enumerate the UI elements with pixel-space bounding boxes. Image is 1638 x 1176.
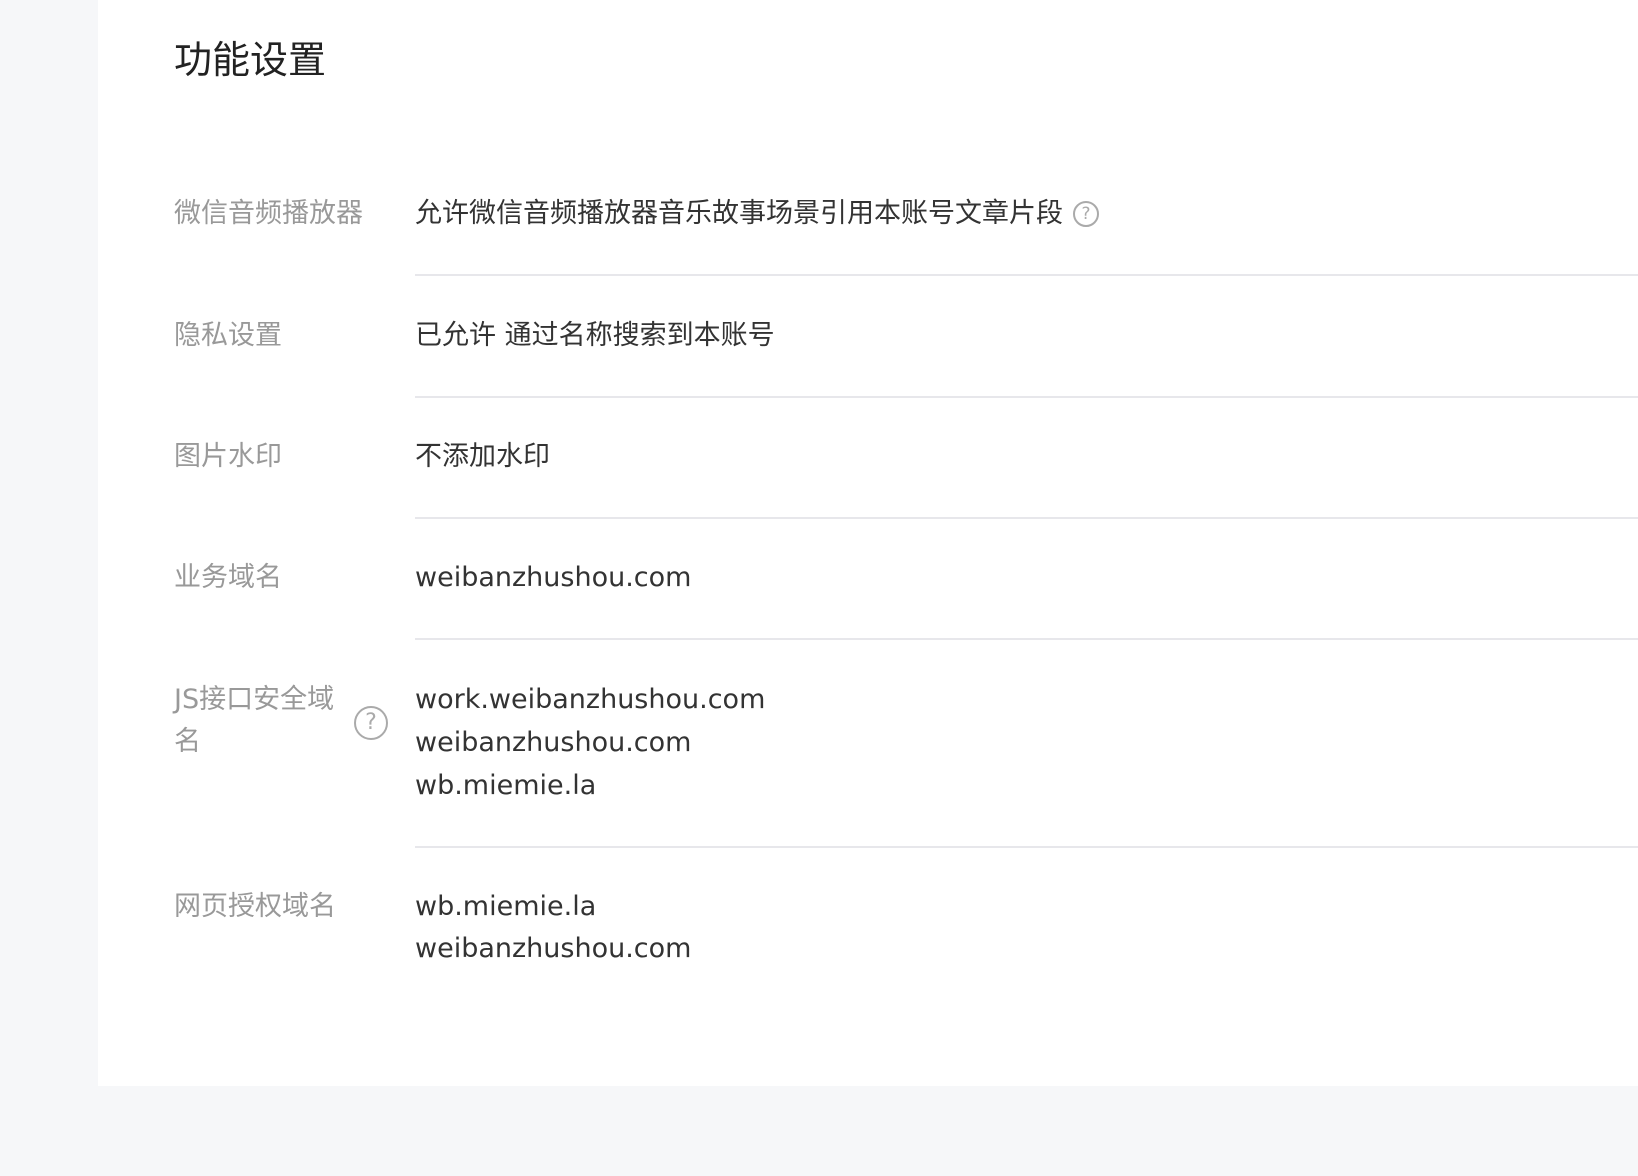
row-label: 隐私设置 [174, 320, 282, 351]
row-label: 网页授权域名 [174, 891, 336, 922]
divider [415, 517, 1638, 519]
divider [415, 846, 1638, 848]
oauth-domain-item: weibanzhushou.com [415, 933, 692, 964]
divider [415, 274, 1638, 276]
settings-card: 功能设置 微信音频播放器 允许微信音频播放器音乐故事场景引用本账号文章片段? 隐… [98, 0, 1638, 1086]
divider [415, 396, 1638, 398]
page-title: 功能设置 [174, 38, 327, 82]
audio-player-value: 允许微信音频播放器音乐故事场景引用本账号文章片段 [415, 198, 1063, 229]
row-value: 允许微信音频播放器音乐故事场景引用本账号文章片段? [415, 193, 1099, 235]
question-circle-icon[interactable]: ? [354, 706, 388, 740]
oauth-domain-item: wb.miemie.la [415, 891, 597, 922]
js-domain-item: weibanzhushou.com [415, 727, 692, 758]
business-domain-value: weibanzhushou.com [415, 562, 692, 593]
row-label: JS接口安全域名 [174, 684, 335, 757]
privacy-value: 已允许 通过名称搜索到本账号 [415, 320, 775, 351]
divider [415, 638, 1638, 640]
row-label: 图片水印 [174, 441, 282, 472]
oauth-domain-values: wb.miemie.la weibanzhushou.com [415, 886, 691, 970]
question-circle-icon[interactable]: ? [1073, 201, 1099, 227]
js-domain-item: wb.miemie.la [415, 770, 597, 801]
js-domain-item: work.weibanzhushou.com [415, 684, 766, 715]
js-domain-values: work.weibanzhushou.com weibanzhushou.com… [415, 679, 765, 807]
row-label: 业务域名 [174, 562, 282, 593]
row-label: 微信音频播放器 [174, 198, 363, 229]
watermark-value: 不添加水印 [415, 441, 550, 472]
